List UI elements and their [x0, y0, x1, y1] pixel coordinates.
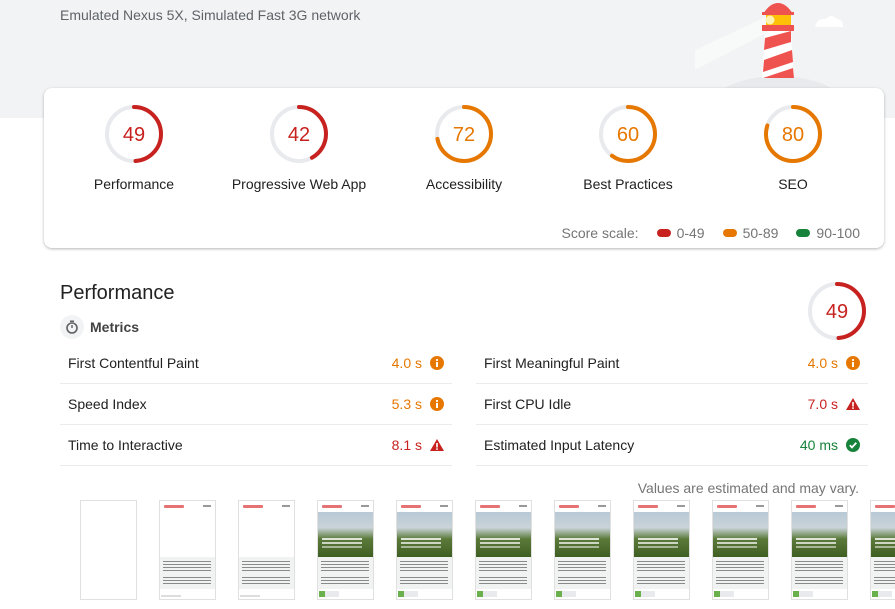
performance-section-title: Performance — [60, 282, 175, 304]
scale-average-label: 50-89 — [742, 225, 779, 241]
environment-info: Emulated Nexus 5X, Simulated Fast 3G net… — [60, 7, 361, 23]
gauge-score: 49 — [826, 301, 848, 323]
info-icon — [430, 356, 444, 370]
metric-name: First CPU Idle — [484, 396, 572, 412]
metric-value: 40 ms — [799, 437, 838, 453]
metric-value: 4.0 s — [807, 355, 838, 371]
scale-average: 50-89 — [722, 225, 779, 241]
filmstrip-frame — [712, 500, 769, 600]
score-gauge-ring: 49 — [105, 105, 163, 163]
filmstrip-frame — [870, 500, 895, 600]
score-gauge-ring: 49 — [808, 282, 866, 340]
metric-name: First Contentful Paint — [68, 355, 199, 371]
category-label: Best Practices — [583, 176, 673, 192]
info-icon — [430, 397, 444, 411]
category-gauge-progressive-web-app[interactable]: 42 Progressive Web App — [219, 103, 379, 192]
warning-icon — [846, 397, 860, 411]
pass-pill-icon — [796, 229, 811, 237]
category-gauge-seo[interactable]: 80 SEO — [713, 103, 873, 192]
metrics-left-column: First Contentful Paint 4.0 s Speed Index 5.… — [60, 343, 452, 466]
estimate-note: Values are estimated and may vary. — [637, 480, 859, 496]
scale-fail: 0-49 — [656, 225, 705, 241]
check-icon — [846, 438, 860, 452]
category-label: Accessibility — [425, 176, 503, 192]
score-gauge-ring: 72 — [435, 105, 493, 163]
gauge-score: 80 — [782, 124, 804, 146]
filmstrip-frame — [791, 500, 848, 600]
metric-name: Time to Interactive — [68, 437, 183, 453]
score-scale: Score scale: 0-49 50-89 90-100 — [562, 225, 860, 241]
filmstrip-frame — [238, 500, 295, 600]
average-pill-icon — [722, 229, 737, 237]
metric-name: Estimated Input Latency — [484, 437, 635, 453]
filmstrip-frame — [317, 500, 374, 600]
category-gauge-performance[interactable]: 49 Performance — [54, 103, 214, 192]
filmstrip — [80, 500, 895, 600]
score-gauge-ring: 42 — [270, 105, 328, 163]
filmstrip-frame — [396, 500, 453, 600]
metrics-right-column: First Meaningful Paint 4.0 s First CPU Idl… — [476, 343, 868, 466]
scale-pass: 90-100 — [796, 225, 860, 241]
category-label: SEO — [778, 176, 808, 192]
scale-pass-label: 90-100 — [816, 225, 860, 241]
metrics-label: Metrics — [90, 319, 140, 335]
metric-row: First CPU Idle 7.0 s — [476, 384, 868, 425]
category-label: Progressive Web App — [231, 176, 367, 192]
metric-value: 5.3 s — [391, 396, 422, 412]
category-gauge-accessibility[interactable]: 72 Accessibility — [384, 103, 544, 192]
filmstrip-frame — [80, 500, 137, 600]
metric-row: Speed Index 5.3 s — [60, 384, 452, 425]
category-summary-card: 49 Performance 42 Progressive Web App 72 Acce… — [44, 88, 884, 248]
score-scale-label: Score scale: — [561, 225, 639, 241]
gauge-score: 72 — [453, 124, 475, 146]
score-gauge-ring: 60 — [599, 105, 657, 163]
gauge-score: 42 — [288, 124, 310, 146]
gauge-score: 49 — [123, 124, 145, 146]
warning-icon — [430, 438, 444, 452]
filmstrip-frame — [554, 500, 611, 600]
performance-score-gauge: 49 — [806, 280, 868, 347]
filmstrip-frame — [633, 500, 690, 600]
metric-row: First Contentful Paint 4.0 s — [60, 343, 452, 384]
filmstrip-frame — [159, 500, 216, 600]
metric-name: Speed Index — [68, 396, 147, 412]
fail-pill-icon — [656, 229, 671, 237]
metric-row: First Meaningful Paint 4.0 s — [476, 343, 868, 384]
stopwatch-icon — [60, 315, 84, 339]
gauge-score: 60 — [617, 124, 639, 146]
metric-name: First Meaningful Paint — [484, 355, 620, 371]
info-icon — [846, 356, 860, 370]
score-gauge-ring: 80 — [764, 105, 822, 163]
category-gauge-best-practices[interactable]: 60 Best Practices — [548, 103, 708, 192]
metric-value: 4.0 s — [391, 355, 422, 371]
metric-value: 7.0 s — [807, 396, 838, 412]
scale-fail-label: 0-49 — [676, 225, 705, 241]
category-label: Performance — [93, 176, 175, 192]
metric-row: Time to Interactive 8.1 s — [60, 425, 452, 466]
filmstrip-frame — [475, 500, 532, 600]
metrics-header: Metrics — [60, 315, 139, 339]
metric-value: 8.1 s — [391, 437, 422, 453]
metric-row: Estimated Input Latency 40 ms — [476, 425, 868, 466]
